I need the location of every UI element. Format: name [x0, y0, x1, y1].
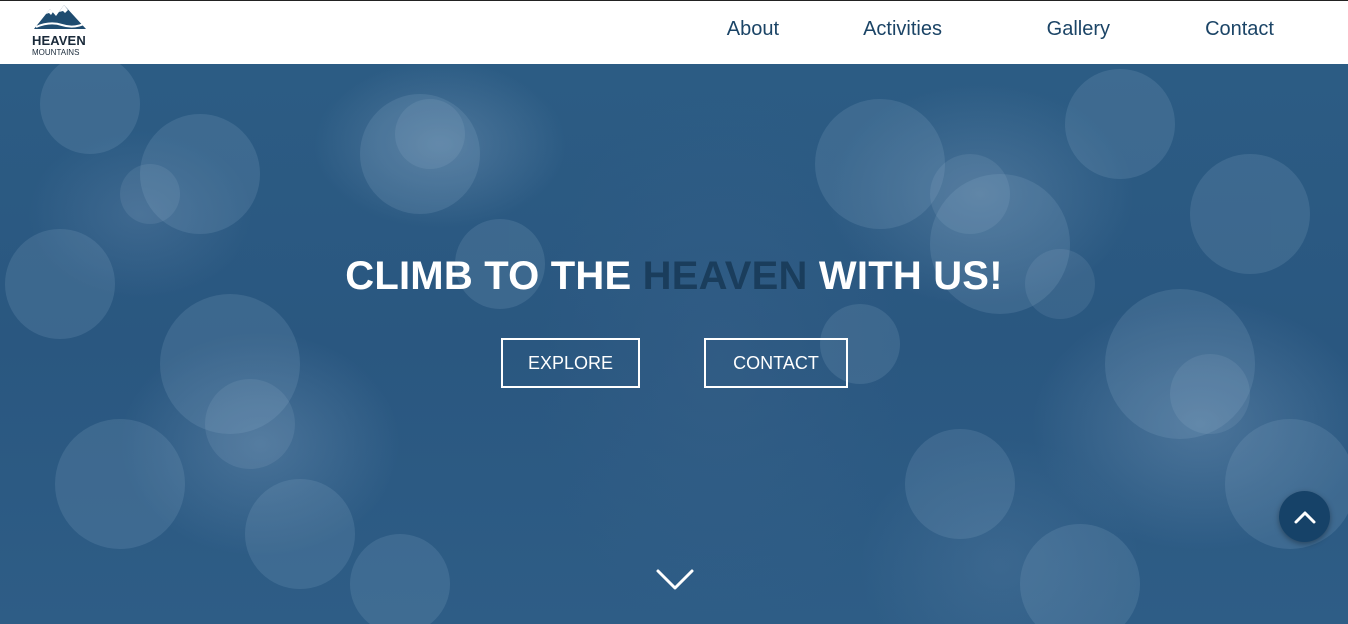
hero-section: CLIMB TO THE HEAVEN WITH US! EXPLORE CON…: [0, 64, 1348, 624]
site-header: HEAVEN MOUNTAINS About Activities Galler…: [0, 1, 1348, 64]
nav-activities[interactable]: Activities: [863, 18, 942, 41]
nav-about[interactable]: About: [727, 18, 779, 41]
nav-contact[interactable]: Contact: [1205, 18, 1274, 41]
back-to-top-button[interactable]: [1279, 491, 1330, 542]
mountain-icon: [34, 5, 87, 29]
forest-background-image: [5, 64, 1348, 624]
headline-accent: HEAVEN: [642, 254, 808, 298]
explore-button[interactable]: EXPLORE: [501, 338, 640, 388]
brand-subtitle: MOUNTAINS: [32, 48, 80, 57]
hero-headline: CLIMB TO THE HEAVEN WITH US!: [0, 254, 1348, 299]
site-logo[interactable]: HEAVEN MOUNTAINS: [32, 3, 92, 61]
contact-button[interactable]: CONTACT: [704, 338, 848, 388]
chevron-up-icon: [1294, 511, 1315, 523]
headline-text-end: WITH US!: [807, 254, 1003, 298]
brand-name: HEAVEN: [32, 33, 86, 48]
nav-gallery[interactable]: Gallery: [1047, 18, 1110, 41]
headline-text: CLIMB TO THE: [345, 254, 643, 298]
chevron-down-icon[interactable]: [655, 568, 695, 592]
